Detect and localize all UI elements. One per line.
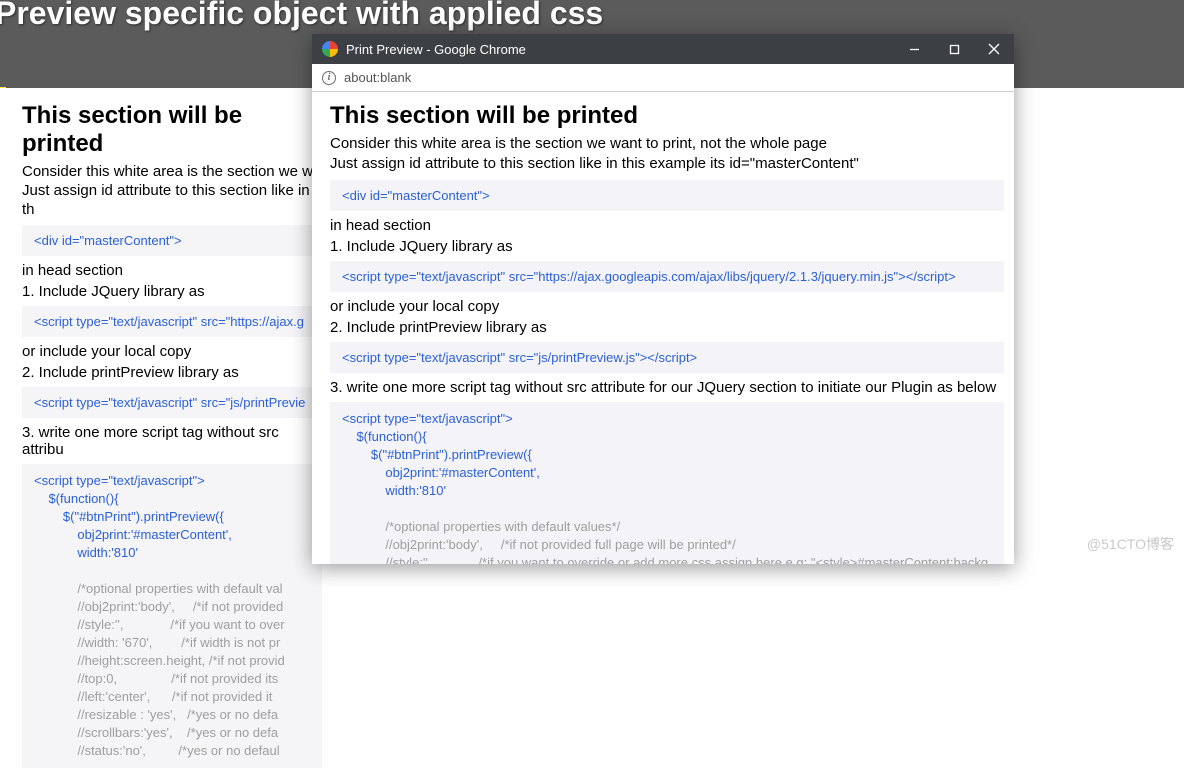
close-button[interactable]	[974, 34, 1014, 64]
section-title: This section will be printed	[330, 102, 1004, 130]
intro-line-2: Just assign id attribute to this section…	[22, 181, 322, 219]
code-snippet-multiline: <script type="text/javascript"> $(functi…	[330, 402, 1004, 564]
step-text: 2. Include printPreview library as	[330, 319, 1004, 336]
step-text: or include your local copy	[330, 298, 1004, 315]
code-snippet: <script type="text/javascript" src="js/p…	[330, 342, 1004, 373]
address-bar[interactable]: i about:blank	[312, 64, 1014, 92]
info-icon[interactable]: i	[322, 71, 336, 85]
minimize-button[interactable]	[894, 34, 934, 64]
background-article: This section will be printed Consider th…	[0, 88, 312, 564]
chrome-icon	[322, 41, 338, 57]
code-snippet: <script type="text/javascript" src="js/p…	[22, 387, 322, 418]
code-snippet: <script type="text/javascript" src="http…	[330, 261, 1004, 292]
url-text: about:blank	[344, 70, 411, 85]
step-text: 3. write one more script tag without src…	[22, 424, 322, 458]
step-text: 1. Include JQuery library as	[22, 283, 322, 300]
step-text: in head section	[330, 217, 1004, 234]
intro-line-2: Just assign id attribute to this section…	[330, 154, 1004, 174]
window-title: Print Preview - Google Chrome	[346, 42, 894, 57]
page-heading: Preview specific object with applied css	[0, 0, 603, 32]
step-text: 2. Include printPreview library as	[22, 364, 322, 381]
step-text: 3. write one more script tag without src…	[330, 379, 1004, 396]
intro-line-1: Consider this white area is the section …	[330, 134, 1004, 154]
print-preview-content: This section will be printed Consider th…	[330, 102, 1004, 564]
code-snippet: <div id="masterContent">	[22, 225, 322, 256]
code-snippet-multiline: <script type="text/javascript"> $(functi…	[22, 464, 322, 768]
window-titlebar[interactable]: Print Preview - Google Chrome	[312, 34, 1014, 64]
print-preview-window: Print Preview - Google Chrome i about:bl…	[312, 34, 1014, 564]
step-text: or include your local copy	[22, 343, 322, 360]
intro-line-1: Consider this white area is the section …	[22, 162, 322, 181]
code-snippet: <script type="text/javascript" src="http…	[22, 306, 322, 337]
watermark: @51CTO博客	[1087, 534, 1174, 554]
step-text: 1. Include JQuery library as	[330, 238, 1004, 255]
code-snippet: <div id="masterContent">	[330, 180, 1004, 211]
step-text: in head section	[22, 262, 322, 279]
section-title: This section will be printed	[22, 102, 322, 158]
maximize-button[interactable]	[934, 34, 974, 64]
